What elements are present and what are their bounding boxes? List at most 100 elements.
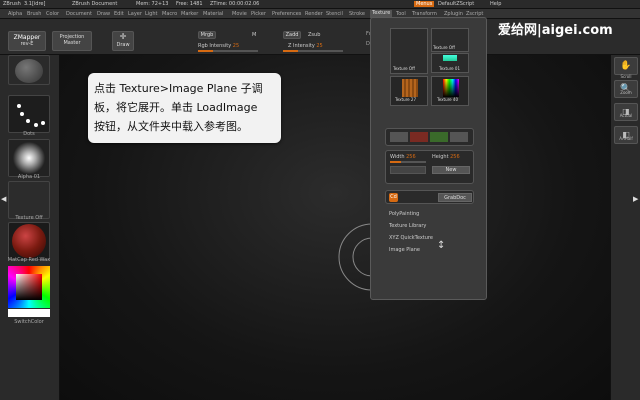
width-field[interactable]: Width 256 (390, 154, 416, 160)
menu-macro[interactable]: Macro (162, 11, 177, 17)
default-zscript-button[interactable]: DefaultZScript (438, 1, 474, 7)
rgb-intensity-slider[interactable] (198, 50, 258, 52)
document-name: ZBrush Document (72, 1, 118, 7)
menu-movie[interactable]: Movie (232, 11, 247, 17)
texture-slot[interactable] (8, 181, 50, 219)
rgb-intensity-text: Rgb Intensity (198, 43, 232, 49)
menus-button[interactable]: Menus (414, 1, 435, 7)
z-intensity-fill (283, 50, 298, 52)
app-name: ZBrush (3, 1, 21, 7)
menu-light[interactable]: Light (145, 11, 157, 17)
matcap-red-wax-icon (12, 224, 46, 258)
new-texture-button[interactable]: New (432, 166, 470, 174)
zoom-button[interactable]: 🔍 (614, 80, 638, 98)
texture-label: Texture Off (15, 215, 43, 221)
menu-stroke[interactable]: Stroke (349, 11, 365, 17)
zmapper-label: ZMapper (13, 34, 41, 41)
menu-material[interactable]: Material (203, 11, 223, 17)
menu-alpha[interactable]: Alpha (8, 11, 22, 17)
width-fill (390, 161, 401, 163)
app-version: 3.1[idre] (24, 1, 46, 7)
zoom-label: Zoom (620, 90, 632, 95)
menu-stencil[interactable]: Stencil (326, 11, 343, 17)
color-swatch-white[interactable] (8, 309, 50, 317)
height-label: Height (432, 154, 449, 160)
menu-bar: Alpha Brush Color Document Draw Edit Lay… (0, 9, 640, 19)
rgb-intensity-fill (198, 50, 213, 52)
grabdoc-button[interactable]: GrabDoc (438, 193, 472, 202)
scroll-button[interactable]: ✋ (614, 57, 638, 75)
menu-draw[interactable]: Draw (97, 11, 110, 17)
material-slot[interactable] (8, 222, 50, 260)
zmapper-button[interactable]: ZMapper rev-E (8, 31, 46, 51)
polypainting-subpalette[interactable]: PolyPainting (389, 211, 419, 217)
height-field[interactable]: Height 256 (432, 154, 460, 160)
slot1-label: Texture Off (393, 66, 415, 71)
draw-label: Draw (116, 42, 130, 48)
texture-library-subpalette[interactable]: Texture Library (389, 223, 426, 229)
swatch-4[interactable] (450, 132, 468, 142)
m-button[interactable]: M (252, 32, 256, 38)
switch-color-button[interactable]: SwitchColor (8, 319, 50, 325)
right-collapse-arrow-icon[interactable]: ▶ (633, 195, 638, 203)
texture-size-panel: Width 256 Height 256 New (385, 150, 474, 184)
width-slider[interactable] (390, 161, 426, 163)
help-button[interactable]: Help (490, 1, 501, 7)
draw-mode-button[interactable]: ✛ Draw (112, 31, 134, 51)
alpha-label: Alpha 01 (17, 174, 41, 180)
color-square[interactable] (16, 274, 42, 300)
slot2-label: Texture Off (433, 45, 455, 50)
swatch-2[interactable] (410, 132, 428, 142)
projection-master-button[interactable]: Projection Master (52, 31, 92, 51)
zadd-button[interactable]: Zadd (283, 31, 301, 39)
image-plane-subpalette[interactable]: Image Plane (389, 247, 420, 253)
callout-line-1: 点击 Texture>Image Plane 子调 (94, 82, 263, 95)
color-picker[interactable] (8, 266, 50, 308)
z-intensity-value: 25 (316, 43, 323, 49)
dots-label: Dots (23, 131, 35, 137)
projection-sublabel: Master (63, 40, 81, 46)
height-value: 256 (450, 154, 460, 160)
z-intensity-label[interactable]: Z Intensity 25 (288, 43, 323, 49)
z-intensity-text: Z Intensity (288, 43, 315, 49)
alpha-slot[interactable] (8, 139, 50, 177)
menu-edit[interactable]: Edit (114, 11, 124, 17)
menu-layer[interactable]: Layer (128, 11, 142, 17)
brush-slot[interactable] (8, 55, 50, 85)
swatch-1[interactable] (390, 132, 408, 142)
mrgb-button[interactable]: Mrgb (198, 31, 216, 39)
mem-readout: Mem: 72+13 (136, 1, 169, 7)
menu-brush[interactable]: Brush (27, 11, 41, 17)
rgb-intensity-label[interactable]: Rgb Intensity 25 (198, 43, 239, 49)
title-bar: ZBrush 3.1[idre] ZBrush Document Mem: 72… (0, 0, 640, 9)
z-intensity-slider[interactable] (283, 50, 343, 52)
menu-color[interactable]: Color (46, 11, 59, 17)
left-collapse-arrow-icon[interactable]: ◀ (1, 195, 6, 203)
stroke-dots-slot[interactable] (8, 95, 50, 133)
size-preset-button[interactable] (390, 166, 426, 174)
cd-button[interactable]: Cd (389, 193, 398, 202)
aahalf-label: AAHalf (619, 136, 633, 141)
grabdoc-panel: Cd GrabDoc (385, 190, 474, 204)
material-label: MatCap Red Wax (7, 257, 51, 263)
menu-marker[interactable]: Marker (181, 11, 198, 17)
menu-preferences[interactable]: Preferences (272, 11, 301, 17)
xyz-quicktexture-subpalette[interactable]: XYZ QuickTexture (389, 235, 433, 241)
actual-button[interactable]: ◨ (614, 103, 638, 121)
right-shelf: ✋ Scroll 🔍 Zoom ◨ Actual ◧ AAHalf (610, 55, 640, 400)
zsub-button[interactable]: Zsub (308, 32, 320, 38)
slot5-label: Texture 40 (437, 97, 459, 102)
slot4-label: Texture 01 (439, 66, 461, 71)
menu-picker[interactable]: Picker (251, 11, 266, 17)
watermark-text: 爱给网|aigei.com (498, 23, 613, 38)
alpha-gradient-icon (9, 140, 49, 176)
menu-render[interactable]: Render (305, 11, 323, 17)
width-value: 256 (406, 154, 416, 160)
swatch-3[interactable] (430, 132, 448, 142)
callout-line-2: 板，将它展开。单击 LoadImage (94, 101, 258, 114)
free-readout: Free: 1481 (176, 1, 203, 7)
brush-sphere-icon (15, 59, 43, 83)
menu-document[interactable]: Document (66, 11, 92, 17)
instruction-callout: 点击 Texture>Image Plane 子调 板，将它展开。单击 Load… (88, 73, 281, 143)
aahalf-button[interactable]: ◧ (614, 126, 638, 144)
